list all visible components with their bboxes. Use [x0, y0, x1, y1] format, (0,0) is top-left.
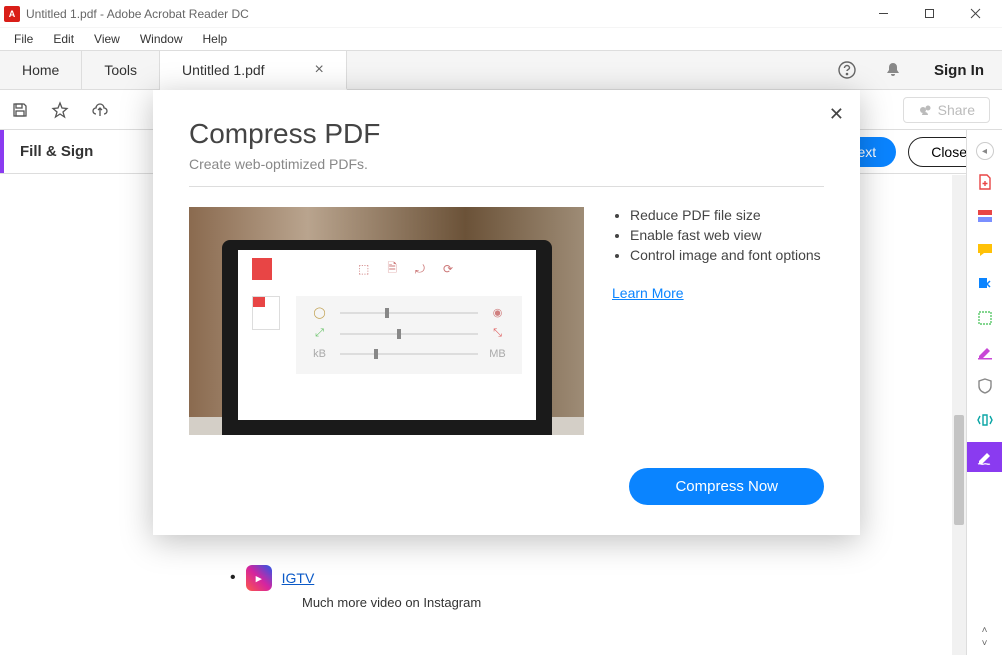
star-icon[interactable]	[40, 90, 80, 130]
notifications-icon[interactable]	[870, 51, 916, 89]
document-tab-label: Untitled 1.pdf	[182, 62, 265, 78]
preview-toolbar-icon: ⤾	[415, 262, 425, 277]
feature-item: Control image and font options	[630, 247, 824, 263]
feature-item: Reduce PDF file size	[630, 207, 824, 223]
close-window-button[interactable]	[952, 0, 998, 28]
preview-toolbar-icon: 🗎	[387, 259, 397, 280]
igtv-icon: ▸	[246, 565, 272, 591]
list-item: • ▸ IGTV	[230, 565, 952, 591]
modal-preview-image: ⬚ 🗎 ⤾ ⟳ ◯ ◉	[189, 207, 584, 435]
combine-icon[interactable]	[973, 204, 997, 228]
protect-icon[interactable]	[973, 374, 997, 398]
slider-label-kb: kB	[310, 348, 330, 360]
slider-handle	[374, 349, 378, 359]
igtv-description: Much more video on Instagram	[302, 595, 952, 610]
help-icon[interactable]	[824, 51, 870, 89]
learn-more-link[interactable]: Learn More	[612, 285, 684, 301]
igtv-link[interactable]: IGTV	[282, 570, 315, 586]
menu-edit[interactable]: Edit	[45, 30, 82, 48]
window-title: Untitled 1.pdf - Adobe Acrobat Reader DC	[26, 7, 860, 21]
title-bar: A Untitled 1.pdf - Adobe Acrobat Reader …	[0, 0, 1002, 28]
scrollbar-thumb[interactable]	[954, 415, 964, 525]
menu-help[interactable]: Help	[195, 30, 236, 48]
menu-bar: File Edit View Window Help	[0, 28, 1002, 50]
save-icon[interactable]	[0, 90, 40, 130]
vertical-scrollbar[interactable]	[952, 175, 966, 655]
modal-close-icon[interactable]: ✕	[829, 104, 844, 125]
menu-view[interactable]: View	[86, 30, 128, 48]
expand-panel-icon[interactable]: ◂	[976, 142, 994, 160]
create-pdf-icon[interactable]	[973, 170, 997, 194]
panel-scroll-arrows[interactable]: ˄ ˅	[982, 625, 988, 649]
pdf-app-icon	[252, 258, 272, 280]
comment-icon[interactable]	[973, 238, 997, 262]
preview-toolbar-icon: ⬚	[358, 262, 369, 276]
share-label: Share	[938, 102, 975, 118]
chevron-up-icon[interactable]: ˄	[982, 625, 988, 636]
slider-handle	[397, 329, 401, 339]
feature-item: Enable fast web view	[630, 227, 824, 243]
chevron-down-icon[interactable]: ˅	[982, 638, 988, 649]
compress-icon[interactable]	[973, 408, 997, 432]
compress-pdf-modal: ✕ Compress PDF Create web-optimized PDFs…	[153, 90, 860, 535]
slider-label-mb: MB	[488, 348, 508, 360]
menu-window[interactable]: Window	[132, 30, 191, 48]
sign-in-button[interactable]: Sign In	[916, 51, 1002, 89]
organize-icon[interactable]	[973, 306, 997, 330]
fill-sign-label: Fill & Sign	[20, 143, 93, 160]
cloud-icon[interactable]	[80, 90, 120, 130]
page-thumbnail-icon	[252, 296, 280, 330]
modal-subtitle: Create web-optimized PDFs.	[189, 156, 824, 172]
close-tab-icon[interactable]: ×	[315, 61, 324, 79]
modal-feature-list: Reduce PDF file size Enable fast web vie…	[612, 207, 824, 263]
redact-icon[interactable]	[973, 340, 997, 364]
maximize-button[interactable]	[906, 0, 952, 28]
fill-sign-tool-icon[interactable]	[967, 442, 1002, 472]
compress-now-button[interactable]: Compress Now	[629, 468, 824, 505]
minimize-button[interactable]	[860, 0, 906, 28]
preview-toolbar-icon: ⟳	[443, 262, 453, 276]
menu-file[interactable]: File	[6, 30, 41, 48]
export-icon[interactable]	[973, 272, 997, 296]
modal-title: Compress PDF	[189, 118, 824, 150]
app-icon: A	[4, 6, 20, 22]
divider	[189, 186, 824, 187]
share-button[interactable]: Share	[903, 97, 990, 123]
nav-tools[interactable]: Tools	[82, 51, 160, 89]
nav-bar: Home Tools Untitled 1.pdf × Sign In	[0, 50, 1002, 90]
document-tab[interactable]: Untitled 1.pdf ×	[160, 51, 347, 90]
right-tool-panel: ◂ ˄ ˅	[966, 130, 1002, 655]
nav-home[interactable]: Home	[0, 51, 82, 89]
slider-handle	[385, 308, 389, 318]
